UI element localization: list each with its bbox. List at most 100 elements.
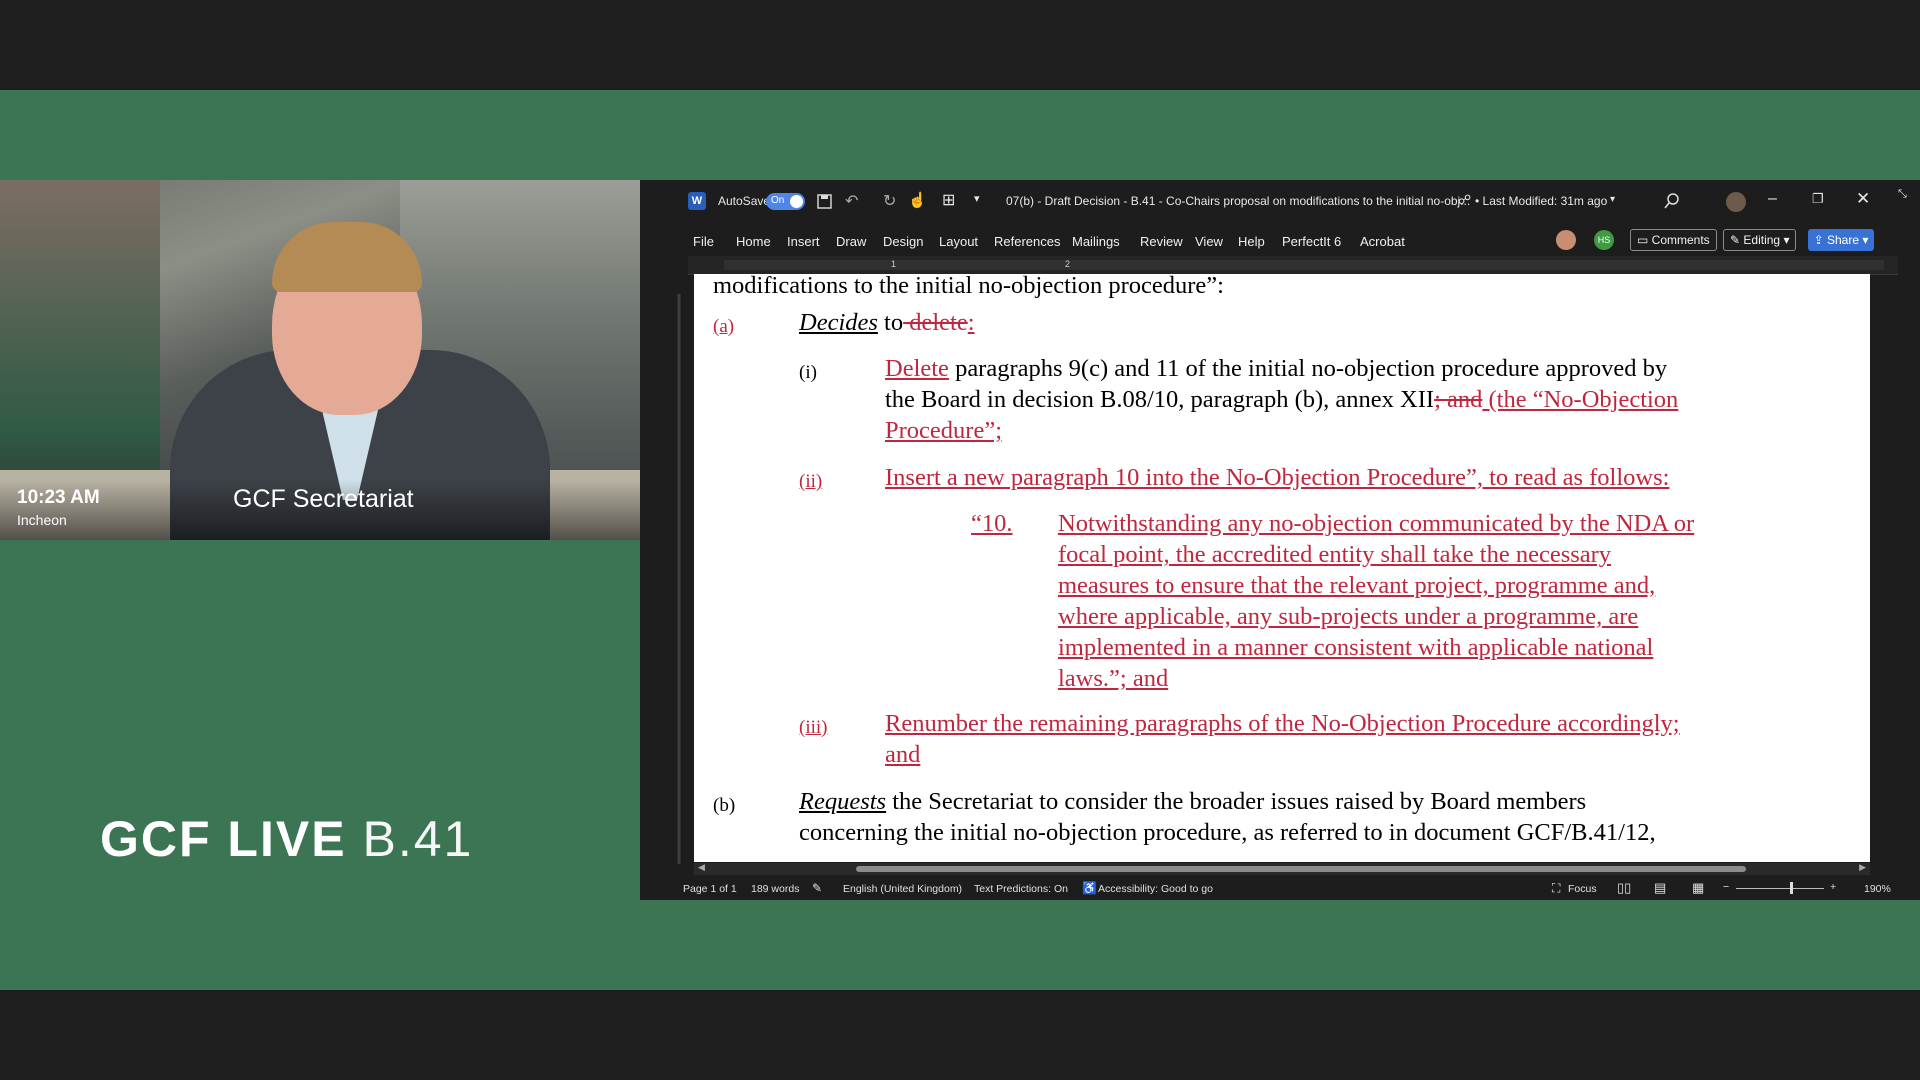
exit-fullscreen-icon[interactable]: ⤡ bbox=[1898, 188, 1907, 201]
collaborator-avatar[interactable] bbox=[1556, 230, 1576, 250]
item-i-line1: Delete paragraphs 9(c) and 11 of the ini… bbox=[885, 353, 1667, 384]
table-icon[interactable]: ⊞ bbox=[942, 190, 955, 210]
autosave-state: On bbox=[771, 195, 785, 206]
save-icon[interactable] bbox=[816, 193, 833, 210]
zoom-in-button[interactable]: + bbox=[1830, 881, 1836, 893]
ruler-number: 1 bbox=[891, 259, 897, 269]
collaborator-initials-avatar[interactable]: HS bbox=[1594, 230, 1614, 250]
language[interactable]: English (United Kingdom) bbox=[843, 883, 962, 895]
quote-line: laws.”; and bbox=[1058, 665, 1169, 692]
tab-layout[interactable]: Layout bbox=[939, 234, 978, 249]
requests-text: Requests bbox=[799, 788, 887, 815]
redo-icon[interactable]: ↻ bbox=[883, 191, 896, 211]
item-label-i: (i) bbox=[799, 362, 817, 383]
quote-line: implemented in a manner consistent with … bbox=[1058, 634, 1654, 661]
coauthor-icon: ☍ bbox=[1458, 192, 1472, 207]
share-button[interactable]: ⇪ Share ▾ bbox=[1808, 229, 1874, 251]
item-label-ii: (ii) bbox=[799, 471, 823, 492]
item-iii-line1: Renumber the remaining paragraphs of the… bbox=[885, 710, 1680, 737]
scroll-left-icon[interactable]: ◀ bbox=[698, 862, 705, 873]
comments-button[interactable]: ▭ Comments bbox=[1630, 229, 1717, 251]
item-i-line2: the Board in decision B.08/10, paragraph… bbox=[885, 384, 1678, 415]
tab-file[interactable]: File bbox=[693, 234, 714, 249]
focus-button[interactable]: Focus bbox=[1568, 883, 1597, 895]
vertical-ruler[interactable] bbox=[676, 274, 686, 874]
close-icon[interactable]: ✕ bbox=[1856, 189, 1870, 209]
inserted-delete: Delete bbox=[885, 355, 949, 382]
customize-toolbar-icon[interactable]: ▾ bbox=[974, 192, 980, 205]
zoom-level[interactable]: 190% bbox=[1864, 883, 1891, 895]
search-icon[interactable] bbox=[1664, 193, 1680, 209]
item-label-a: (a) bbox=[713, 316, 735, 337]
deleted-text: ; and bbox=[1434, 386, 1483, 413]
scroll-right-icon[interactable]: ▶ bbox=[1859, 862, 1866, 873]
read-mode-icon[interactable]: ▯▯ bbox=[1617, 880, 1631, 896]
item-iii-line2: and bbox=[885, 741, 921, 768]
chevron-down-icon[interactable]: ▾ bbox=[1610, 194, 1615, 205]
item-label-b: (b) bbox=[713, 795, 736, 816]
last-modified[interactable]: • Last Modified: 31m ago bbox=[1475, 194, 1607, 208]
undo-icon[interactable]: ↶ bbox=[845, 191, 858, 211]
scrollbar-thumb[interactable] bbox=[856, 866, 1746, 872]
tab-design[interactable]: Design bbox=[883, 234, 923, 249]
tab-view[interactable]: View bbox=[1195, 234, 1223, 249]
autosave-toggle[interactable]: On bbox=[766, 193, 805, 210]
tab-mailings[interactable]: Mailings bbox=[1072, 234, 1120, 249]
print-layout-icon[interactable]: ▤ bbox=[1654, 880, 1666, 896]
account-avatar[interactable] bbox=[1726, 192, 1746, 212]
comments-label: Comments bbox=[1651, 233, 1710, 247]
tab-acrobat[interactable]: Acrobat bbox=[1360, 234, 1405, 249]
text-predictions[interactable]: Text Predictions: On bbox=[974, 883, 1068, 895]
chevron-down-icon: ▾ bbox=[1862, 233, 1869, 247]
zoom-out-button[interactable]: − bbox=[1723, 881, 1729, 893]
word-count[interactable]: 189 words bbox=[751, 883, 799, 895]
brand-session: B.41 bbox=[362, 811, 474, 867]
to-text: to bbox=[877, 309, 904, 336]
chevron-down-icon: ▾ bbox=[1783, 233, 1790, 247]
quote-number: “10. bbox=[971, 510, 1013, 537]
focus-icon: ⛶ bbox=[1552, 881, 1561, 895]
share-label: Share bbox=[1826, 233, 1860, 247]
item-b-line1: Requests the Secretariat to consider the… bbox=[799, 786, 1586, 817]
quote-line: measures to ensure that the relevant pro… bbox=[1058, 572, 1656, 599]
quote-line: where applicable, any sub-projects under… bbox=[1058, 603, 1639, 630]
speaker-name: GCF Secretariat bbox=[233, 485, 414, 513]
camera-location: Incheon bbox=[17, 512, 67, 528]
tab-references[interactable]: References bbox=[994, 234, 1060, 249]
decides-text: Decides bbox=[799, 309, 878, 336]
document-title[interactable]: 07(b) - Draft Decision - B.41 - Co-Chair… bbox=[1006, 194, 1470, 208]
top-letterbox bbox=[0, 0, 1920, 90]
zoom-slider-thumb[interactable] bbox=[1790, 882, 1793, 894]
restore-icon[interactable]: ❐ bbox=[1812, 191, 1824, 207]
editing-mode-button[interactable]: ✎ Editing ▾ bbox=[1723, 229, 1797, 251]
camera-feed: 10:23 AM Incheon GCF Secretariat bbox=[0, 180, 640, 540]
touch-mode-icon[interactable]: ☝ bbox=[908, 191, 927, 209]
word-logo-icon: W bbox=[688, 192, 706, 210]
tab-draw[interactable]: Draw bbox=[836, 234, 866, 249]
proofing-icon[interactable]: ✎ bbox=[812, 881, 822, 895]
doc-text: the Board in decision B.08/10, paragraph… bbox=[885, 386, 1435, 413]
item-ii-text: Insert a new paragraph 10 into the No-Ob… bbox=[885, 464, 1670, 491]
tab-insert[interactable]: Insert bbox=[787, 234, 820, 249]
tab-home[interactable]: Home bbox=[736, 234, 771, 249]
brand-bold: GCF LIVE bbox=[100, 811, 347, 867]
share-icon: ⇪ bbox=[1813, 233, 1827, 247]
item-b-line2: concerning the initial no-objection proc… bbox=[799, 819, 1656, 846]
item-label-iii: (iii) bbox=[799, 717, 828, 738]
quote-line: focal point, the accredited entity shall… bbox=[1058, 541, 1612, 568]
accessibility-status[interactable]: Accessibility: Good to go bbox=[1098, 883, 1213, 895]
tab-review[interactable]: Review bbox=[1140, 234, 1183, 249]
horizontal-ruler[interactable]: 1 2 bbox=[688, 256, 1898, 275]
page-count[interactable]: Page 1 of 1 bbox=[683, 883, 737, 895]
autosave-label: AutoSave bbox=[718, 194, 771, 208]
zoom-slider[interactable] bbox=[1736, 888, 1824, 889]
tab-perfectit[interactable]: PerfectIt 6 bbox=[1282, 234, 1341, 249]
item-i-line3: Procedure”; bbox=[885, 417, 1002, 444]
doc-line: modifications to the initial no-objectio… bbox=[713, 274, 1224, 299]
horizontal-scrollbar[interactable]: ◀ ▶ bbox=[694, 862, 1870, 875]
status-bar: Page 1 of 1 189 words ✎ English (United … bbox=[640, 876, 1920, 900]
tab-help[interactable]: Help bbox=[1238, 234, 1265, 249]
web-layout-icon[interactable]: ▦ bbox=[1692, 880, 1704, 896]
minimize-icon[interactable]: – bbox=[1768, 190, 1777, 208]
document-page[interactable]: modifications to the initial no-objectio… bbox=[694, 274, 1870, 862]
